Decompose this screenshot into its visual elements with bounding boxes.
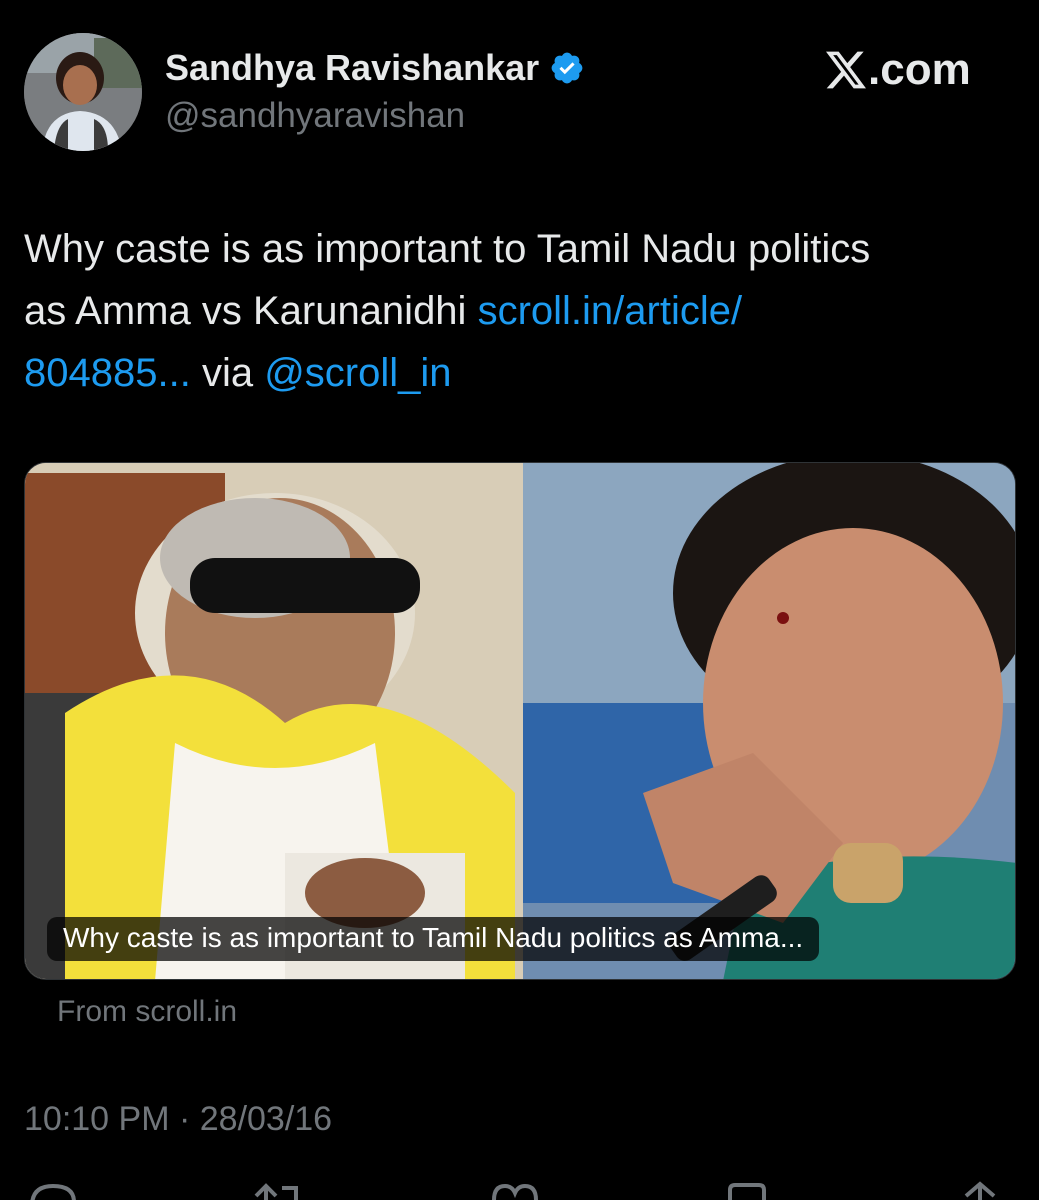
bookmark-icon[interactable] xyxy=(722,1180,776,1200)
site-brand: .com xyxy=(826,44,971,96)
tweet-text-line-3: 804885... via @scroll_in xyxy=(24,342,1014,404)
card-image-left xyxy=(25,463,523,979)
tweet-text-segment: as Amma vs Karunanidhi xyxy=(24,289,478,333)
card-photo-left xyxy=(25,463,523,979)
article-link-part-1[interactable]: scroll.in/article/ xyxy=(478,289,743,333)
reply-icon[interactable] xyxy=(26,1180,80,1200)
action-bar xyxy=(0,1180,1039,1200)
avatar[interactable] xyxy=(24,33,142,151)
card-title-overlay: Why caste is as important to Tamil Nadu … xyxy=(47,917,820,961)
card-source[interactable]: From scroll.in xyxy=(57,992,237,1032)
avatar-photo xyxy=(24,33,142,151)
x-logo-icon xyxy=(826,51,866,89)
author-handle[interactable]: @sandhyaravishan xyxy=(165,93,465,139)
author-display-name[interactable]: Sandhya Ravishankar xyxy=(165,44,539,92)
like-icon[interactable] xyxy=(488,1180,542,1200)
via-text: via xyxy=(190,351,265,395)
share-icon[interactable] xyxy=(958,1180,1012,1200)
link-card[interactable]: Why caste is as important to Tamil Nadu … xyxy=(24,462,1016,980)
article-link-part-2[interactable]: 804885... xyxy=(24,351,191,395)
verified-badge-icon xyxy=(551,52,583,84)
mention-link[interactable]: @scroll_in xyxy=(264,351,451,395)
card-image-right xyxy=(523,463,1015,979)
tweet-text-line-2: as Amma vs Karunanidhi scroll.in/article… xyxy=(24,280,1014,342)
tweet-text-line-1: Why caste is as important to Tamil Nadu … xyxy=(24,227,871,271)
retweet-icon[interactable] xyxy=(252,1180,306,1200)
card-photo-right xyxy=(523,463,1015,979)
tweet-text: Why caste is as important to Tamil Nadu … xyxy=(24,218,1014,404)
author-name-row: Sandhya Ravishankar xyxy=(165,44,585,92)
tweet-timestamp[interactable]: 10:10 PM · 28/03/16 xyxy=(24,1096,332,1142)
site-brand-text: .com xyxy=(868,45,971,94)
